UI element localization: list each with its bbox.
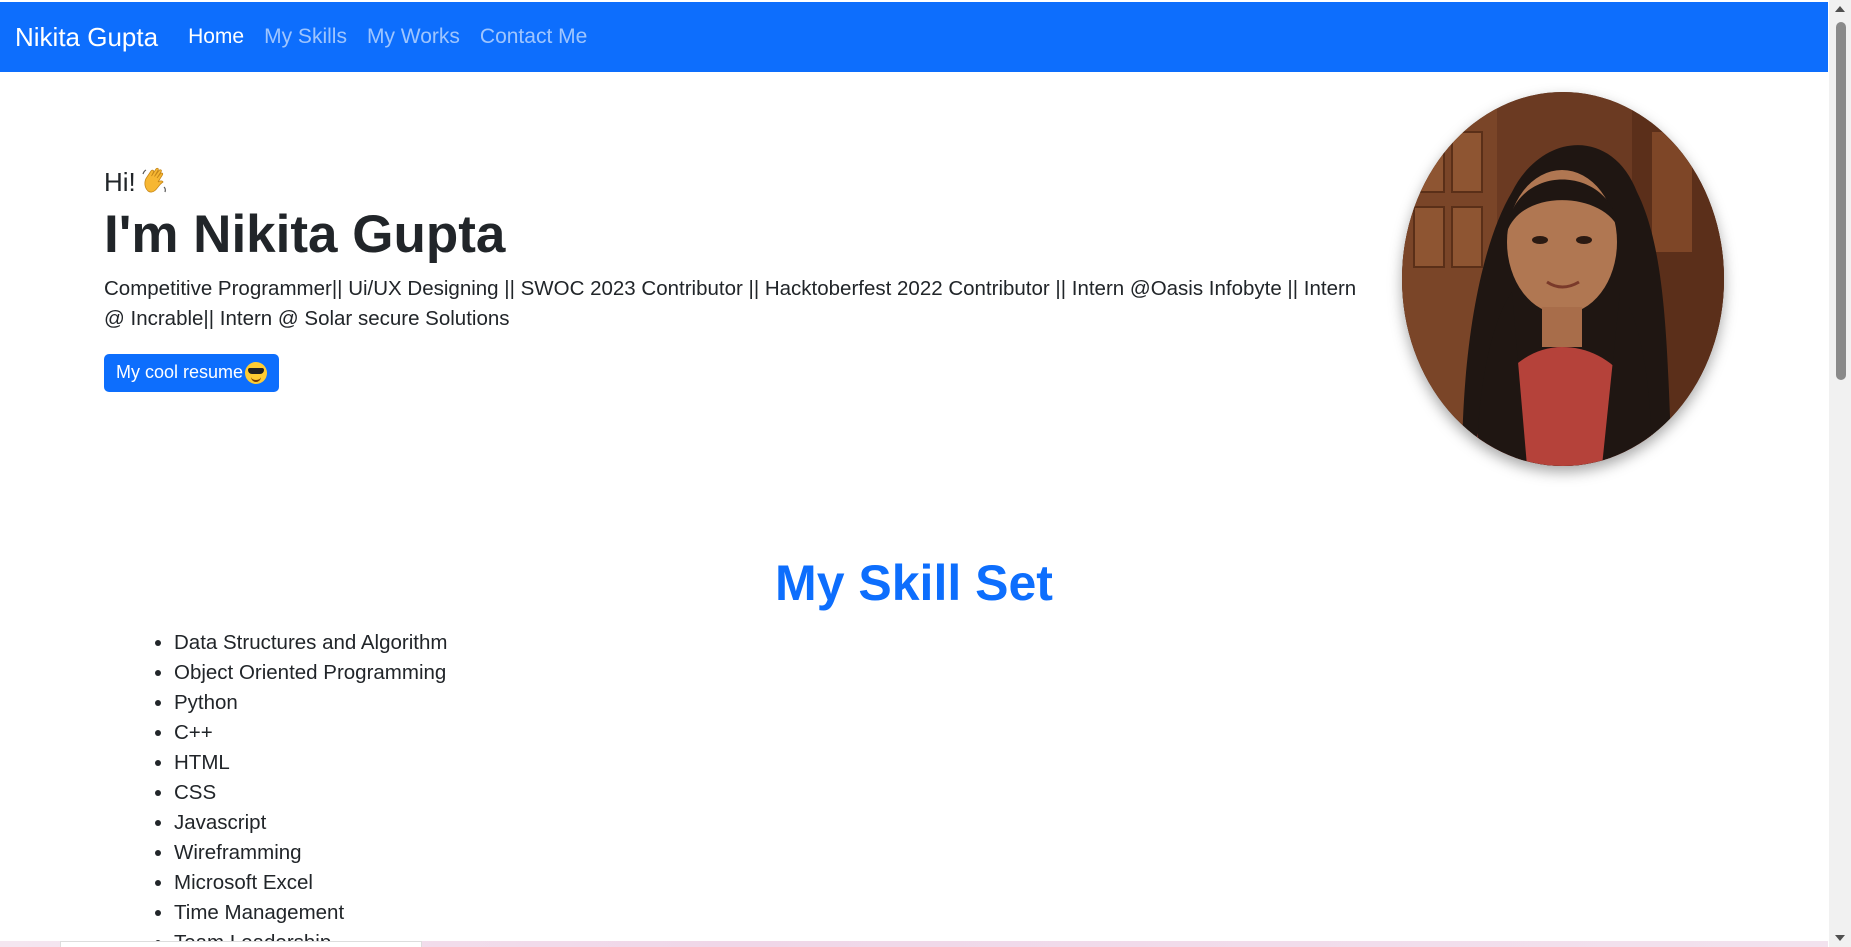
nav-link-my-works[interactable]: My Works — [367, 25, 460, 49]
skill-item: Python — [174, 688, 447, 718]
skills-list: Data Structures and Algorithm Object Ori… — [148, 628, 447, 947]
hero-tagline: Competitive Programmer|| Ui/UX Designing… — [104, 276, 1357, 330]
skill-item: Microsoft Excel — [174, 868, 447, 898]
skill-item: HTML — [174, 748, 447, 778]
profile-photo — [1402, 92, 1724, 466]
nav-link-contact-me[interactable]: Contact Me — [480, 25, 587, 49]
resume-button[interactable]: My cool resume — [104, 353, 280, 392]
page: Nikita Gupta Home My Skills My Works Con… — [0, 0, 1851, 947]
vertical-scrollbar[interactable] — [1829, 0, 1851, 947]
skill-item: C++ — [174, 718, 447, 748]
skill-item: Wireframming — [174, 838, 447, 868]
waving-hand-icon — [140, 165, 170, 199]
skill-item: Object Oriented Programming — [174, 658, 447, 688]
skill-item: Time Management — [174, 898, 447, 928]
greeting-text: Hi! — [104, 166, 136, 197]
hero-name: I'm Nikita Gupta — [104, 205, 506, 264]
skill-item: Javascript — [174, 808, 447, 838]
nav-link-home[interactable]: Home — [188, 25, 244, 49]
hero-section: Hi! I'm Nikita Gupta Competitive Program… — [104, 165, 1364, 392]
skill-item: Data Structures and Algorithm — [174, 628, 447, 658]
scroll-up-arrow-icon[interactable] — [1835, 6, 1845, 12]
skills-title: My Skill Set — [775, 555, 1053, 611]
scroll-down-arrow-icon[interactable] — [1835, 935, 1845, 941]
skill-item: CSS — [174, 778, 447, 808]
bottom-panel-edge — [60, 941, 422, 947]
sunglasses-face-icon — [245, 361, 268, 384]
navbar-brand[interactable]: Nikita Gupta — [15, 22, 158, 53]
scrollbar-thumb[interactable] — [1836, 22, 1846, 380]
greeting: Hi! — [104, 165, 1364, 199]
navbar: Nikita Gupta Home My Skills My Works Con… — [0, 2, 1828, 72]
resume-button-label: My cool resume — [116, 362, 244, 383]
nav-link-my-skills[interactable]: My Skills — [264, 25, 347, 49]
